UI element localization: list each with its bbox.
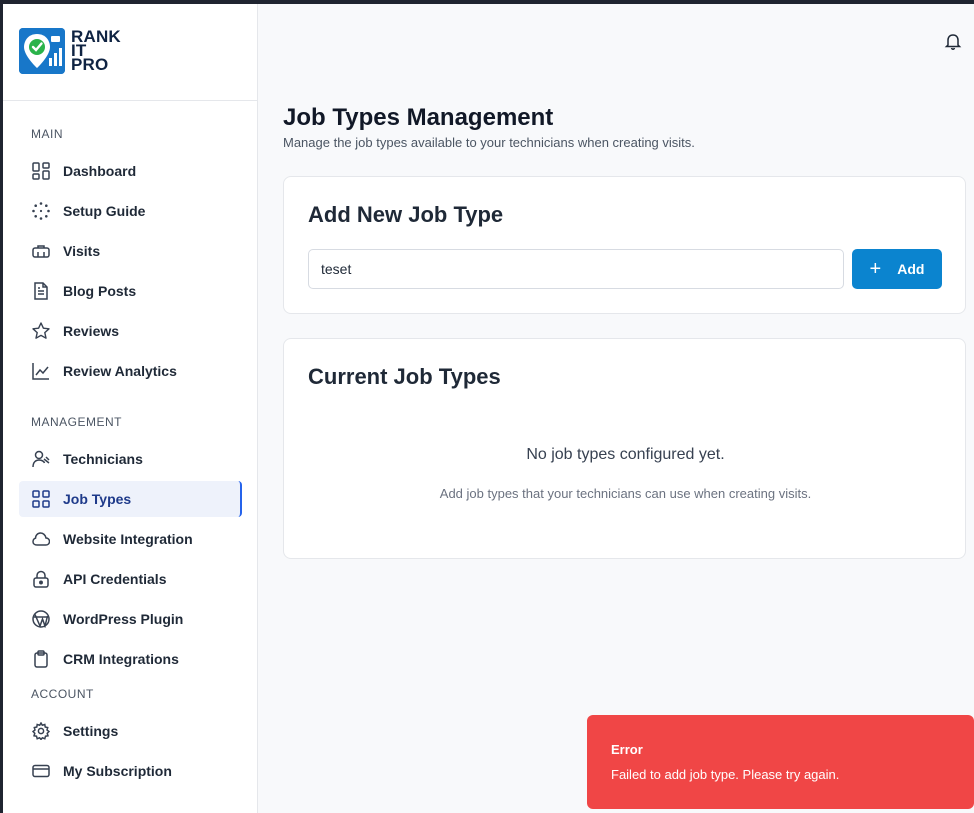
- sidebar-item-label: Settings: [63, 723, 119, 739]
- sidebar-item-label: Website Integration: [63, 531, 193, 547]
- add-job-type-card: Add New Job Type + Add: [283, 176, 966, 314]
- star-icon: [31, 321, 51, 341]
- sidebar-item-dashboard[interactable]: Dashboard: [19, 153, 242, 189]
- brand-logo[interactable]: RANK IT PRO: [19, 28, 121, 74]
- sidebar-item-api-credentials[interactable]: API Credentials: [19, 561, 242, 597]
- gear-icon: [31, 721, 51, 741]
- toast-title: Error: [611, 742, 643, 757]
- sidebar-item-label: Review Analytics: [63, 363, 177, 379]
- sidebar-item-blog-posts[interactable]: Blog Posts: [19, 273, 242, 309]
- logo-pin-icon: [19, 28, 65, 74]
- toolbox-icon: [31, 241, 51, 261]
- sidebar-item-crm-integrations[interactable]: CRM Integrations: [19, 641, 242, 677]
- document-icon: [31, 281, 51, 301]
- current-job-types-card: Current Job Types No job types configure…: [283, 338, 966, 559]
- sidebar-item-label: Visits: [63, 243, 101, 259]
- sidebar-item-reviews[interactable]: Reviews: [19, 313, 242, 349]
- section-label-management: MANAGEMENT: [31, 415, 123, 429]
- sidebar-item-label: Dashboard: [63, 163, 137, 179]
- sidebar-item-label: Technicians: [63, 451, 143, 467]
- toast-message: Failed to add job type. Please try again…: [611, 767, 840, 782]
- job-type-name-input[interactable]: [308, 249, 844, 289]
- sidebar-item-settings[interactable]: Settings: [19, 713, 242, 749]
- current-job-types-title: Current Job Types: [308, 364, 501, 389]
- sidebar-item-visits[interactable]: Visits: [19, 233, 242, 269]
- brand-line-3: PRO: [71, 55, 109, 74]
- add-job-type-title: Add New Job Type: [308, 202, 504, 227]
- sidebar-item-label: WordPress Plugin: [63, 611, 184, 627]
- section-label-account: ACCOUNT: [31, 687, 94, 701]
- credit-card-icon: [31, 761, 51, 781]
- sidebar-item-job-types[interactable]: Job Types: [19, 481, 242, 517]
- line-chart-icon: [31, 361, 51, 381]
- notifications-bell-icon[interactable]: [944, 32, 962, 50]
- lock-icon: [31, 569, 51, 589]
- globe-icon: [31, 609, 51, 629]
- clipboard-icon: [31, 649, 51, 669]
- page-title: Job Types Management: [283, 104, 554, 131]
- grid-icon: [31, 489, 51, 509]
- sidebar-item-label: Reviews: [63, 323, 120, 339]
- page-subtitle: Manage the job types available to your t…: [283, 135, 695, 150]
- sidebar-item-label: Blog Posts: [63, 283, 137, 299]
- sidebar-item-label: Setup Guide: [63, 203, 146, 219]
- user-icon: [31, 449, 51, 469]
- sidebar-item-website-integration[interactable]: Website Integration: [19, 521, 242, 557]
- brand-wordmark: RANK IT PRO: [71, 28, 121, 74]
- empty-state-title: No job types configured yet.: [526, 446, 725, 463]
- cloud-icon: [31, 529, 51, 549]
- error-toast[interactable]: Error Failed to add job type. Please try…: [587, 715, 974, 809]
- dotted-circle-icon: [31, 201, 51, 221]
- sidebar-item-label: Job Types: [63, 491, 132, 507]
- sidebar-item-label: API Credentials: [63, 571, 167, 587]
- sidebar-item-setup-guide[interactable]: Setup Guide: [19, 193, 242, 229]
- grid-icon: [31, 161, 51, 181]
- sidebar-divider: [3, 100, 258, 101]
- section-label-main: MAIN: [31, 127, 63, 141]
- empty-state-subtitle: Add job types that your technicians can …: [439, 486, 812, 501]
- sidebar-item-label: CRM Integrations: [63, 651, 179, 667]
- sidebar: RANK IT PRO MAIN Dashboard Setup Guide V…: [3, 4, 258, 813]
- sidebar-item-label: My Subscription: [63, 763, 172, 779]
- sidebar-item-technicians[interactable]: Technicians: [19, 441, 242, 477]
- add-button-label: Add: [897, 261, 925, 277]
- sidebar-item-wordpress-plugin[interactable]: WordPress Plugin: [19, 601, 242, 637]
- sidebar-item-review-analytics[interactable]: Review Analytics: [19, 353, 242, 389]
- app-window: RANK IT PRO MAIN Dashboard Setup Guide V…: [3, 4, 974, 813]
- add-job-type-button[interactable]: + Add: [852, 249, 942, 289]
- plus-icon: +: [869, 258, 882, 280]
- sidebar-item-my-subscription[interactable]: My Subscription: [19, 753, 242, 789]
